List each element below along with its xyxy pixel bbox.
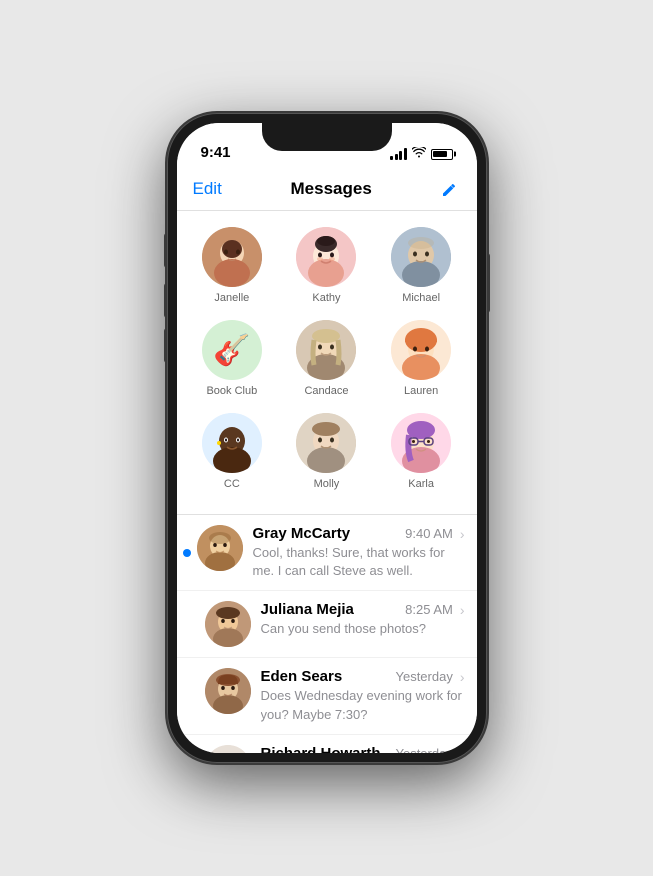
nav-bar: Edit Messages [177,167,477,211]
contact-name-bookclub: Book Club [206,385,257,397]
signal-icon [390,148,407,160]
msg-sender-juliana: Juliana Mejia [261,601,354,618]
contact-name-michael: Michael [402,292,440,304]
avatar-richard [205,745,251,753]
avatar-janelle [202,227,262,287]
pinned-contact-cc[interactable]: CC [197,413,267,490]
avatar-candace [296,320,356,380]
msg-preview-gray: Cool, thanks! Sure, that works for me. I… [253,544,465,580]
msg-preview-juliana: Can you send those photos? [261,620,465,638]
contact-name-janelle: Janelle [214,292,249,304]
contact-name-kathy: Kathy [312,292,340,304]
pinned-contact-molly[interactable]: Molly [291,413,361,490]
msg-content-eden: Eden Sears Yesterday › Does Wednesday ev… [261,668,465,723]
msg-time-juliana: 8:25 AM › [405,602,464,618]
pinned-row-2: 🎸 Book Club [177,320,477,397]
wifi-icon [412,147,426,161]
pinned-contact-janelle[interactable]: Janelle [197,227,267,304]
page-title: Messages [291,179,372,199]
avatar-michael [391,227,451,287]
avatar-molly [296,413,356,473]
pinned-contact-bookclub[interactable]: 🎸 Book Club [197,320,267,397]
pinned-contact-karla[interactable]: Karla [386,413,456,490]
msg-preview-eden: Does Wednesday evening work for you? May… [261,687,465,723]
message-list: Gray McCarty 9:40 AM › Cool, thanks! Sur… [177,515,477,753]
msg-sender-richard: Richard Howarth [261,745,381,753]
notch [262,123,392,151]
msg-content-richard: Richard Howarth Yesterday › Wow, that's … [261,745,465,753]
avatar-bookclub: 🎸 [202,320,262,380]
contact-name-molly: Molly [314,478,340,490]
phone-frame: 9:41 Edit [167,113,487,763]
contact-name-lauren: Lauren [404,385,438,397]
msg-time-eden: Yesterday › [395,669,464,685]
status-time: 9:41 [201,144,231,161]
avatar-lauren [391,320,451,380]
pinned-contact-lauren[interactable]: Lauren [386,320,456,397]
msg-sender-gray: Gray McCarty [253,525,351,542]
unread-dot-gray [183,549,191,557]
battery-icon [431,149,453,160]
message-row-juliana[interactable]: Juliana Mejia 8:25 AM › Can you send tho… [177,591,477,658]
compose-icon[interactable] [440,179,460,199]
msg-content-gray: Gray McCarty 9:40 AM › Cool, thanks! Sur… [253,525,465,580]
pinned-contact-kathy[interactable]: Kathy [291,227,361,304]
msg-time-gray: 9:40 AM › [405,526,464,542]
pinned-contact-michael[interactable]: Michael [386,227,456,304]
msg-sender-eden: Eden Sears [261,668,343,685]
msg-content-juliana: Juliana Mejia 8:25 AM › Can you send tho… [261,601,465,638]
status-icons [390,147,453,161]
pinned-row-3: CC [177,413,477,490]
avatar-karla [391,413,451,473]
avatar-eden [205,668,251,714]
avatar-gray [197,525,243,571]
avatar-cc [202,413,262,473]
phone-screen: 9:41 Edit [177,123,477,753]
pinned-row-1: Janelle [177,227,477,304]
pinned-contact-candace[interactable]: Candace [291,320,361,397]
avatar-juliana [205,601,251,647]
message-row-eden[interactable]: Eden Sears Yesterday › Does Wednesday ev… [177,658,477,734]
contact-name-karla: Karla [408,478,434,490]
contact-name-cc: CC [224,478,240,490]
message-row-richard[interactable]: Richard Howarth Yesterday › Wow, that's … [177,735,477,753]
contact-name-candace: Candace [304,385,348,397]
message-row-gray[interactable]: Gray McCarty 9:40 AM › Cool, thanks! Sur… [177,515,477,591]
content-area: Janelle [177,211,477,753]
msg-time-richard: Yesterday › [395,745,464,753]
avatar-kathy [296,227,356,287]
edit-button[interactable]: Edit [193,179,222,199]
pinned-contacts-section: Janelle [177,211,477,514]
